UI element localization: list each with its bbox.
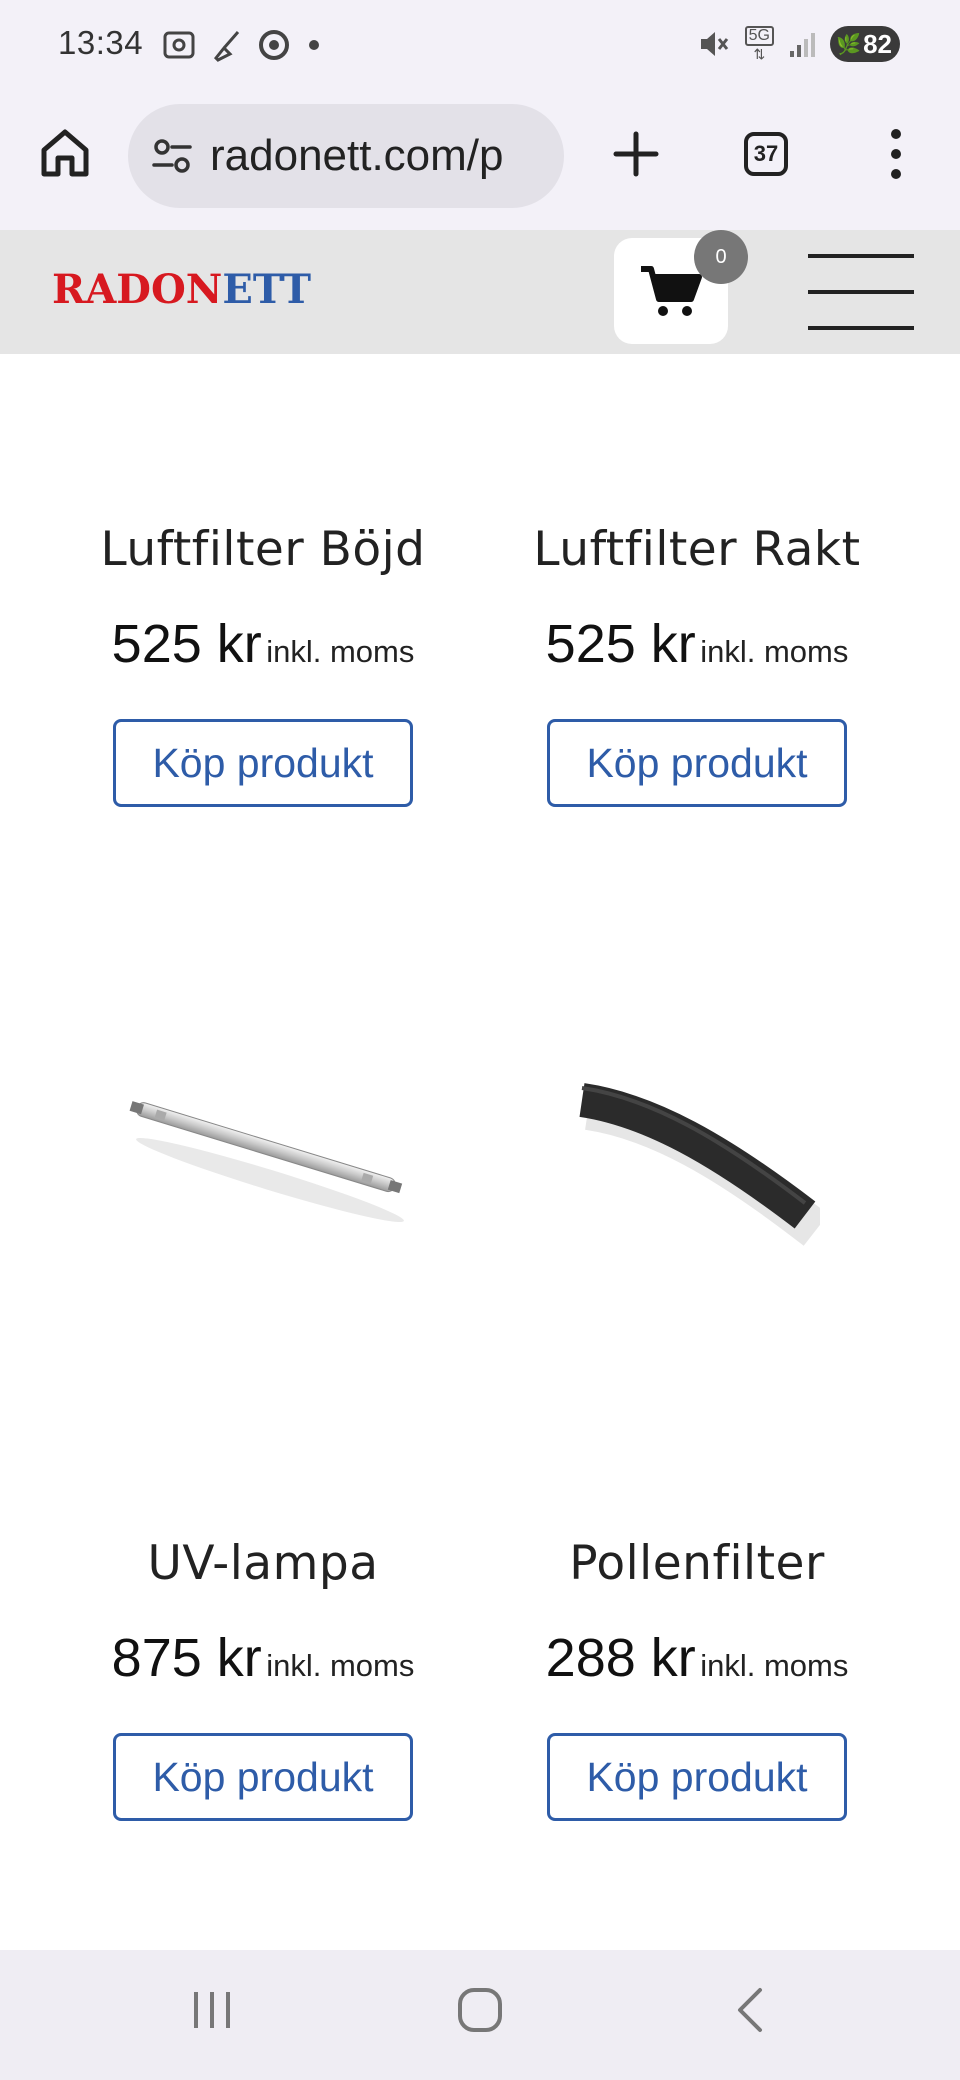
5g-icon: 5G ⇅ (744, 26, 774, 62)
signal-icon (790, 33, 815, 57)
price-amount: 525 kr (545, 614, 696, 674)
product-card: Luftfilter Rakt 525 kr inkl. moms Köp pr… (480, 522, 914, 807)
status-bar: 13:34 5G ⇅ 🌿 82 (0, 0, 960, 96)
price-suffix: inkl. moms (266, 1648, 415, 1683)
leaf-icon: 🌿 (836, 33, 862, 56)
product-price: 875 kr inkl. moms (46, 1627, 480, 1689)
price-suffix: inkl. moms (266, 634, 415, 669)
system-navigation-bar (0, 1950, 960, 2080)
screenshot-icon (163, 31, 195, 59)
cart-count-badge: 0 (694, 230, 748, 284)
price-amount: 875 kr (111, 1628, 262, 1688)
product-price: 288 kr inkl. moms (480, 1627, 914, 1689)
more-options-icon[interactable] (884, 126, 908, 182)
tab-switcher-button[interactable]: 37 (744, 132, 788, 176)
home-nav-icon[interactable] (456, 1986, 504, 2034)
uv-lamp-image[interactable] (110, 1080, 420, 1240)
product-card: UV-lampa 875 kr inkl. moms Köp produkt (46, 1536, 480, 1821)
dot-icon (309, 40, 319, 50)
buy-product-button[interactable]: Köp produkt (113, 719, 413, 807)
cart-icon (641, 266, 702, 316)
logo-part-blue: ETT (222, 266, 311, 313)
product-name[interactable]: Luftfilter Rakt (480, 522, 914, 577)
product-name[interactable]: Luftfilter Böjd (46, 522, 480, 577)
battery-level: 82 (863, 28, 892, 59)
product-price: 525 kr inkl. moms (480, 613, 914, 675)
pollen-filter-image[interactable] (570, 1070, 820, 1270)
status-icons-left (162, 28, 324, 62)
product-card: Luftfilter Böjd 525 kr inkl. moms Köp pr… (46, 522, 480, 807)
price-amount: 525 kr (111, 614, 262, 674)
product-price: 525 kr inkl. moms (46, 613, 480, 675)
product-name[interactable]: Pollenfilter (480, 1536, 914, 1591)
back-icon[interactable] (730, 1986, 770, 2034)
mute-icon (700, 32, 728, 56)
battery-icon: 🌿 82 (830, 26, 900, 62)
product-name[interactable]: UV-lampa (46, 1536, 480, 1591)
buy-product-button[interactable]: Köp produkt (547, 719, 847, 807)
site-header: RADONETT 0 (0, 230, 960, 354)
product-card: Pollenfilter 288 kr inkl. moms Köp produ… (480, 1536, 914, 1821)
url-bar[interactable]: radonett.com/p (128, 104, 564, 208)
hamburger-menu-icon[interactable] (808, 242, 914, 342)
new-tab-icon[interactable] (608, 126, 664, 182)
chrome-icon (259, 30, 289, 60)
browser-toolbar: radonett.com/p 37 (0, 96, 960, 230)
price-suffix: inkl. moms (700, 634, 849, 669)
broom-icon (213, 31, 240, 62)
buy-product-button[interactable]: Köp produkt (113, 1733, 413, 1821)
url-text[interactable]: radonett.com/p (210, 131, 504, 181)
status-time: 13:34 (58, 24, 144, 61)
price-amount: 288 kr (545, 1628, 696, 1688)
price-suffix: inkl. moms (700, 1648, 849, 1683)
logo-part-red: RADON (52, 266, 223, 313)
site-settings-icon[interactable] (150, 134, 194, 178)
network-label: 5G (744, 26, 774, 46)
status-icons-right: 5G ⇅ 🌿 82 (697, 26, 900, 62)
buy-product-button[interactable]: Köp produkt (547, 1733, 847, 1821)
site-logo[interactable]: RADONETT (52, 266, 311, 313)
home-icon[interactable] (38, 126, 92, 180)
recent-apps-icon[interactable] (190, 1986, 234, 2034)
